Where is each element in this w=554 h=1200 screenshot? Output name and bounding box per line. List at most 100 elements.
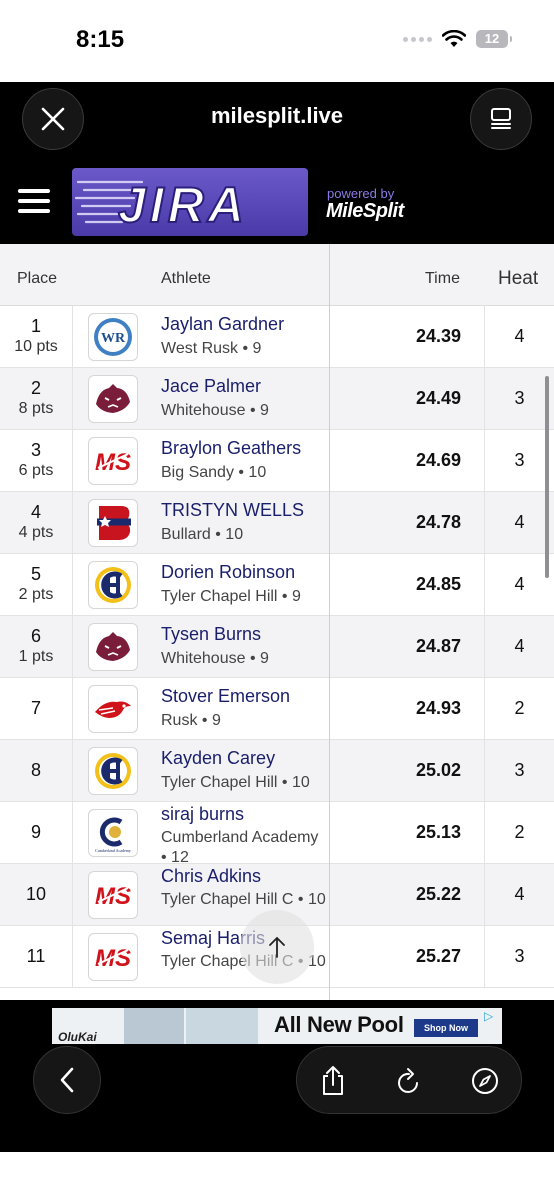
heat-value: 3 <box>484 740 554 802</box>
ad-choices-icon[interactable]: ▷ <box>484 1009 500 1023</box>
header-time[interactable]: Time <box>425 270 460 288</box>
time-value: 24.87 <box>415 636 461 656</box>
athlete-team-grade[interactable]: West Rusk • 9 <box>161 339 326 359</box>
athlete-team-grade[interactable]: Tyler Chapel Hill C • 10 <box>161 890 326 910</box>
place-cell: 8 <box>0 740 73 802</box>
athlete-name-link[interactable]: Kayden Carey <box>161 748 275 769</box>
place-number: 8 <box>30 760 41 780</box>
table-row[interactable]: 3 6 pts MS Braylon Geathers Big Sandy • 10 24… <box>0 430 554 492</box>
scroll-to-top-button[interactable] <box>240 910 314 984</box>
heat-value: 2 <box>484 802 554 864</box>
milesplit-ms-icon: MS <box>95 945 131 972</box>
team-logo[interactable]: MS <box>88 933 138 981</box>
table-row[interactable]: 5 2 pts Dorien Robinson Tyler Chapel Hill •… <box>0 554 554 616</box>
place-number: 6 <box>30 626 41 646</box>
table-row[interactable]: 4 4 pts TRISTYN WELLS Bullard • 10 24.78 4 <box>0 492 554 554</box>
wifi-icon <box>442 30 466 47</box>
place-points: 10 pts <box>14 338 58 355</box>
back-button[interactable] <box>33 1046 101 1114</box>
athlete-name-link[interactable]: Chris Adkins <box>161 866 261 887</box>
athlete-team-grade[interactable]: Tyler Chapel Hill • 10 <box>161 773 326 793</box>
heat-value: 2 <box>484 678 554 740</box>
athlete-name-link[interactable]: Jace Palmer <box>161 376 261 397</box>
table-row[interactable]: 1 10 pts WR Jaylan Gardner West Rusk • 9 24.3… <box>0 306 554 368</box>
team-logo[interactable] <box>88 561 138 609</box>
bullard-b-icon <box>97 506 131 540</box>
milesplit-ms-icon: MS <box>95 883 131 910</box>
place-number: 3 <box>30 440 41 460</box>
sticky-column-divider <box>329 244 330 1000</box>
athlete-name-link[interactable]: Tysen Burns <box>161 624 261 645</box>
heat-value: 3 <box>484 368 554 430</box>
scrollbar[interactable] <box>545 376 549 578</box>
time-value: 24.39 <box>415 326 461 346</box>
athlete-name-link[interactable]: Stover Emerson <box>161 686 290 707</box>
reload-icon <box>398 1068 418 1093</box>
home-indicator-area <box>0 1152 554 1200</box>
team-logo[interactable] <box>88 623 138 671</box>
browser-actions <box>296 1046 522 1114</box>
place-cell: 6 1 pts <box>0 616 73 678</box>
place-cell: 10 <box>0 864 73 926</box>
time-value: 25.13 <box>415 822 461 842</box>
time-value: 24.69 <box>415 450 461 470</box>
place-number: 10 <box>25 884 47 904</box>
athlete-team-grade[interactable]: Big Sandy • 10 <box>161 463 326 483</box>
athlete-name-link[interactable]: Braylon Geathers <box>161 438 301 459</box>
athlete-team-grade[interactable]: Rusk • 9 <box>161 711 326 731</box>
header-athlete[interactable]: Athlete <box>161 270 211 288</box>
athlete-team-grade[interactable]: Cumberland Academy • 12 <box>161 828 326 868</box>
athlete-team-grade[interactable]: Whitehouse • 9 <box>161 649 326 669</box>
milesplit-brand[interactable]: MileSplit <box>326 200 404 223</box>
milesplit-ms-icon: MS <box>95 449 131 476</box>
time-value: 24.85 <box>415 574 461 594</box>
place-cell: 3 6 pts <box>0 430 73 492</box>
athlete-name-link[interactable]: siraj burns <box>161 804 244 825</box>
ad-image-pool <box>186 1008 258 1044</box>
share-button[interactable] <box>313 1061 353 1101</box>
svg-text:MS: MS <box>95 945 131 972</box>
header-heat[interactable]: Heat <box>498 268 538 290</box>
place-points: 1 pts <box>18 648 54 665</box>
table-row[interactable]: 6 1 pts Tysen Burns Whitehouse • 9 24.87 4 <box>0 616 554 678</box>
athlete-name-link[interactable]: TRISTYN WELLS <box>161 500 304 521</box>
team-logo[interactable] <box>88 499 138 547</box>
header-place[interactable]: Place <box>17 270 57 288</box>
heat-value: 3 <box>484 430 554 492</box>
place-number: 2 <box>30 378 41 398</box>
athlete-team-grade[interactable]: Bullard • 10 <box>161 525 326 545</box>
compass-icon <box>472 1068 498 1094</box>
heat-value: 3 <box>484 926 554 988</box>
open-in-browser-button[interactable] <box>465 1061 505 1101</box>
team-logo[interactable] <box>88 685 138 733</box>
athlete-team-grade[interactable]: Tyler Chapel Hill • 9 <box>161 587 326 607</box>
table-row[interactable]: 8 Kayden Carey Tyler Chapel Hill • 10 25.02… <box>0 740 554 802</box>
team-logo[interactable]: MS <box>88 871 138 919</box>
team-logo[interactable] <box>88 375 138 423</box>
table-row[interactable]: 9 Cumberland Academy siraj burns Cumberland… <box>0 802 554 866</box>
heat-value: 4 <box>484 616 554 678</box>
time-value: 24.78 <box>415 512 461 532</box>
svg-text:JIRA: JIRA <box>118 177 248 233</box>
athlete-name-link[interactable]: Dorien Robinson <box>161 562 295 583</box>
athlete-name-link[interactable]: Jaylan Gardner <box>161 314 284 335</box>
table-row[interactable]: 7 Stover Emerson Rusk • 9 24.93 2 <box>0 678 554 740</box>
menu-icon[interactable] <box>18 189 50 213</box>
reload-button[interactable] <box>389 1061 429 1101</box>
place-cell: 9 <box>0 802 73 864</box>
status-bar: 8:15 12 <box>0 0 554 82</box>
jira-logo[interactable]: JIRA <box>72 168 308 236</box>
team-logo[interactable]: WR <box>88 313 138 361</box>
battery-icon: 12 <box>476 30 512 48</box>
ad-banner[interactable]: OluKai All New Pool Shop Now ▷ <box>52 1008 502 1044</box>
athlete-team-grade[interactable]: Whitehouse • 9 <box>161 401 326 421</box>
table-row[interactable]: 2 8 pts Jace Palmer Whitehouse • 9 24.49 3 <box>0 368 554 430</box>
team-logo[interactable]: Cumberland Academy <box>88 809 138 857</box>
team-logo[interactable]: MS <box>88 437 138 485</box>
time-value: 25.22 <box>415 884 461 904</box>
ad-shop-now-button[interactable]: Shop Now <box>414 1019 478 1037</box>
team-logo[interactable] <box>88 747 138 795</box>
reader-mode-button[interactable] <box>470 88 532 150</box>
status-icons: 12 <box>403 30 512 48</box>
time-value: 24.49 <box>415 388 461 408</box>
